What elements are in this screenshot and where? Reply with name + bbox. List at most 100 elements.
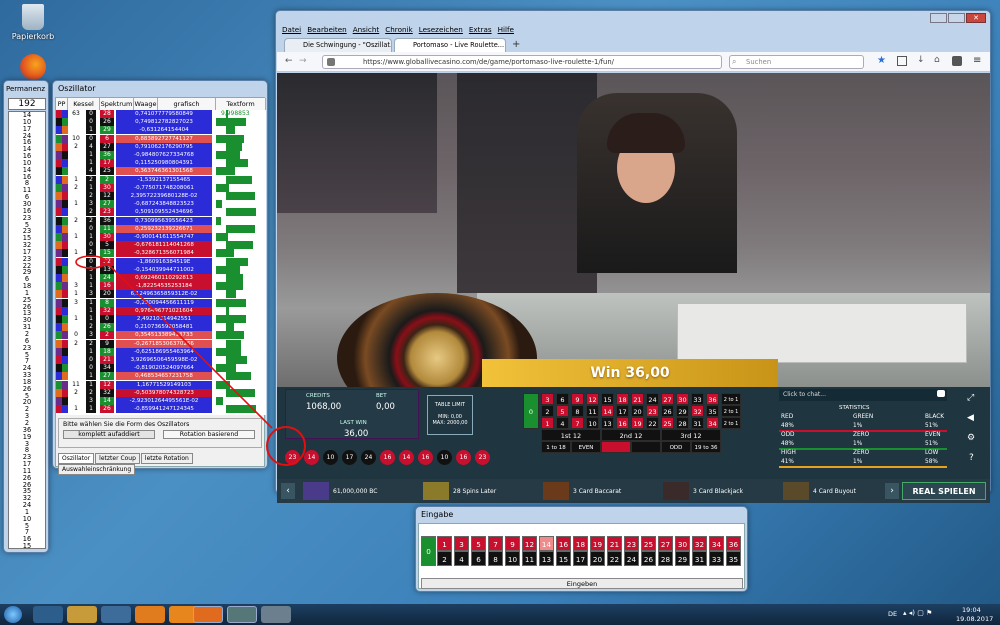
minimize-button[interactable] [930,13,947,23]
chat-input[interactable]: Click to chat... [779,389,947,401]
eingabe-number[interactable]: 27 [658,536,673,551]
eingabe-number[interactable]: 7 [488,536,503,551]
chat-send-icon[interactable] [937,390,945,397]
board-column-bet[interactable]: 2 to 1 [721,417,741,429]
pocket-icon[interactable] [952,56,962,66]
board-outside-bet[interactable]: EVEN [571,441,601,453]
tab-oszillator[interactable]: Die Schwingung - "Oszillat... [284,38,392,52]
taskbar-app-icon[interactable] [261,606,291,623]
new-tab-icon[interactable]: + [512,39,520,50]
eingabe-number[interactable]: 8 [488,551,503,566]
board-number[interactable]: 24 [646,393,659,405]
oszillator-header-grafisch[interactable]: grafisch [158,98,216,110]
promo-thumbnail[interactable] [423,482,449,500]
settings-gear-icon[interactable]: ⚙ [967,433,975,443]
clipboard-icon[interactable] [897,56,907,66]
board-number[interactable]: 18 [616,393,629,405]
eingabe-number[interactable]: 13 [539,551,554,566]
eingabe-zero[interactable]: 0 [421,536,436,566]
oszillator-tab[interactable]: Auswahleinschränkung [58,464,136,475]
board-number[interactable]: 20 [631,405,644,417]
eingabe-number[interactable]: 19 [590,536,605,551]
board-number[interactable]: 3 [541,393,554,405]
board-number[interactable]: 10 [586,417,599,429]
board-number[interactable]: 19 [631,417,644,429]
board-dozen[interactable]: 2nd 12 [601,429,661,441]
permanenz-window[interactable]: Permanenz 192 14 10 17 24 16 14 16 10 14 16 8 11 6 30… [3,80,49,553]
firefox-desktop-icon[interactable] [6,54,60,82]
oszillator-window[interactable]: Oszillator PP Kessel Spektrum Waage grafisch… [52,80,268,475]
eingabe-number[interactable]: 18 [573,536,588,551]
eingabe-number[interactable]: 28 [658,551,673,566]
board-number[interactable]: 4 [556,417,569,429]
tab-portomaso[interactable]: Portomaso - Live Roulette... [394,38,506,52]
eingabe-number[interactable]: 23 [624,536,639,551]
bookmark-star-icon[interactable]: ★ [877,55,886,66]
oszillator-header-spektrum[interactable]: Spektrum [100,98,134,110]
eingabe-number[interactable]: 2 [437,551,452,566]
board-number[interactable]: 21 [631,393,644,405]
board-outside-bet[interactable]: 19 to 36 [691,441,721,453]
recycle-bin-icon[interactable]: Papierkorb [6,4,60,41]
eingabe-number[interactable]: 11 [522,551,537,566]
board-number[interactable]: 13 [601,417,614,429]
maximize-button[interactable] [948,13,965,23]
board-number[interactable]: 6 [556,393,569,405]
komplett-aufaddiert-button[interactable]: komplett aufaddiert [63,430,155,439]
board-red-bet[interactable] [601,441,631,453]
home-icon[interactable]: ⌂ [934,55,940,65]
board-number[interactable]: 5 [556,405,569,417]
menu-item[interactable]: Datei [282,25,301,34]
back-icon[interactable]: ← [285,56,293,66]
board-dozen[interactable]: 3rd 12 [661,429,721,441]
board-number[interactable]: 35 [706,405,719,417]
oszillator-tab[interactable]: letzter Coup [95,453,140,464]
oszillator-header-textform[interactable]: Textform [216,98,266,110]
board-number[interactable]: 11 [586,405,599,417]
eingabe-number[interactable]: 4 [454,551,469,566]
promo-thumbnail[interactable] [303,482,329,500]
board-number[interactable]: 23 [646,405,659,417]
eingabe-number[interactable]: 20 [590,551,605,566]
rotation-basierend-button[interactable]: Rotation basierend [163,430,255,439]
eingabe-number[interactable]: 30 [675,536,690,551]
eingabe-number[interactable]: 12 [522,536,537,551]
eingeben-button[interactable]: Eingeben [421,578,743,589]
menu-item[interactable]: Ansicht [353,25,380,34]
eingabe-number[interactable]: 26 [641,551,656,566]
browser-window[interactable]: Datei Bearbeiten Ansicht Chronik Lesezeichen… [275,10,991,503]
permanenz-list[interactable]: 14 10 17 24 16 14 16 10 14 16 8 11 6 30 16 23 5 23 15 32 17 2… [8,111,46,549]
oszillator-header-waage[interactable]: Waage [134,98,158,110]
eingabe-number[interactable]: 34 [709,536,724,551]
oszillator-tab[interactable]: letzte Rotation [140,453,193,464]
eingabe-number[interactable]: 29 [675,551,690,566]
board-column-bet[interactable]: 2 to 1 [721,393,741,405]
board-number[interactable]: 8 [571,405,584,417]
url-bar[interactable]: https://www.globallivecasino.com/de/game… [322,55,722,69]
taskbar-explorer-icon[interactable] [67,606,97,623]
eingabe-number[interactable]: 15 [556,551,571,566]
board-number[interactable]: 25 [661,417,674,429]
eingabe-number[interactable]: 10 [505,551,520,566]
help-icon[interactable]: ? [969,453,974,463]
menu-item[interactable]: Lesezeichen [419,25,463,34]
board-number[interactable]: 7 [571,417,584,429]
menu-item[interactable]: Hilfe [498,25,514,34]
eingabe-number[interactable]: 32 [692,536,707,551]
board-column-bet[interactable]: 2 to 1 [721,405,741,417]
eingabe-number[interactable]: 3 [454,536,469,551]
board-number[interactable]: 9 [571,393,584,405]
taskbar-media-icon[interactable] [101,606,131,623]
eingabe-number[interactable]: 6 [471,551,486,566]
board-number[interactable]: 32 [691,405,704,417]
fullscreen-icon[interactable]: ⤢ [967,393,974,403]
eingabe-number[interactable]: 17 [573,551,588,566]
language-indicator[interactable]: DE [888,610,897,618]
board-number[interactable]: 16 [616,417,629,429]
eingabe-number[interactable]: 9 [505,536,520,551]
taskbar-ie-icon[interactable] [33,606,63,623]
menu-item[interactable]: Chronik [385,25,412,34]
permanenz-current-input[interactable]: 192 [8,98,46,110]
download-icon[interactable]: ↓ [917,55,925,65]
taskbar-firefox-icon[interactable] [135,606,165,623]
